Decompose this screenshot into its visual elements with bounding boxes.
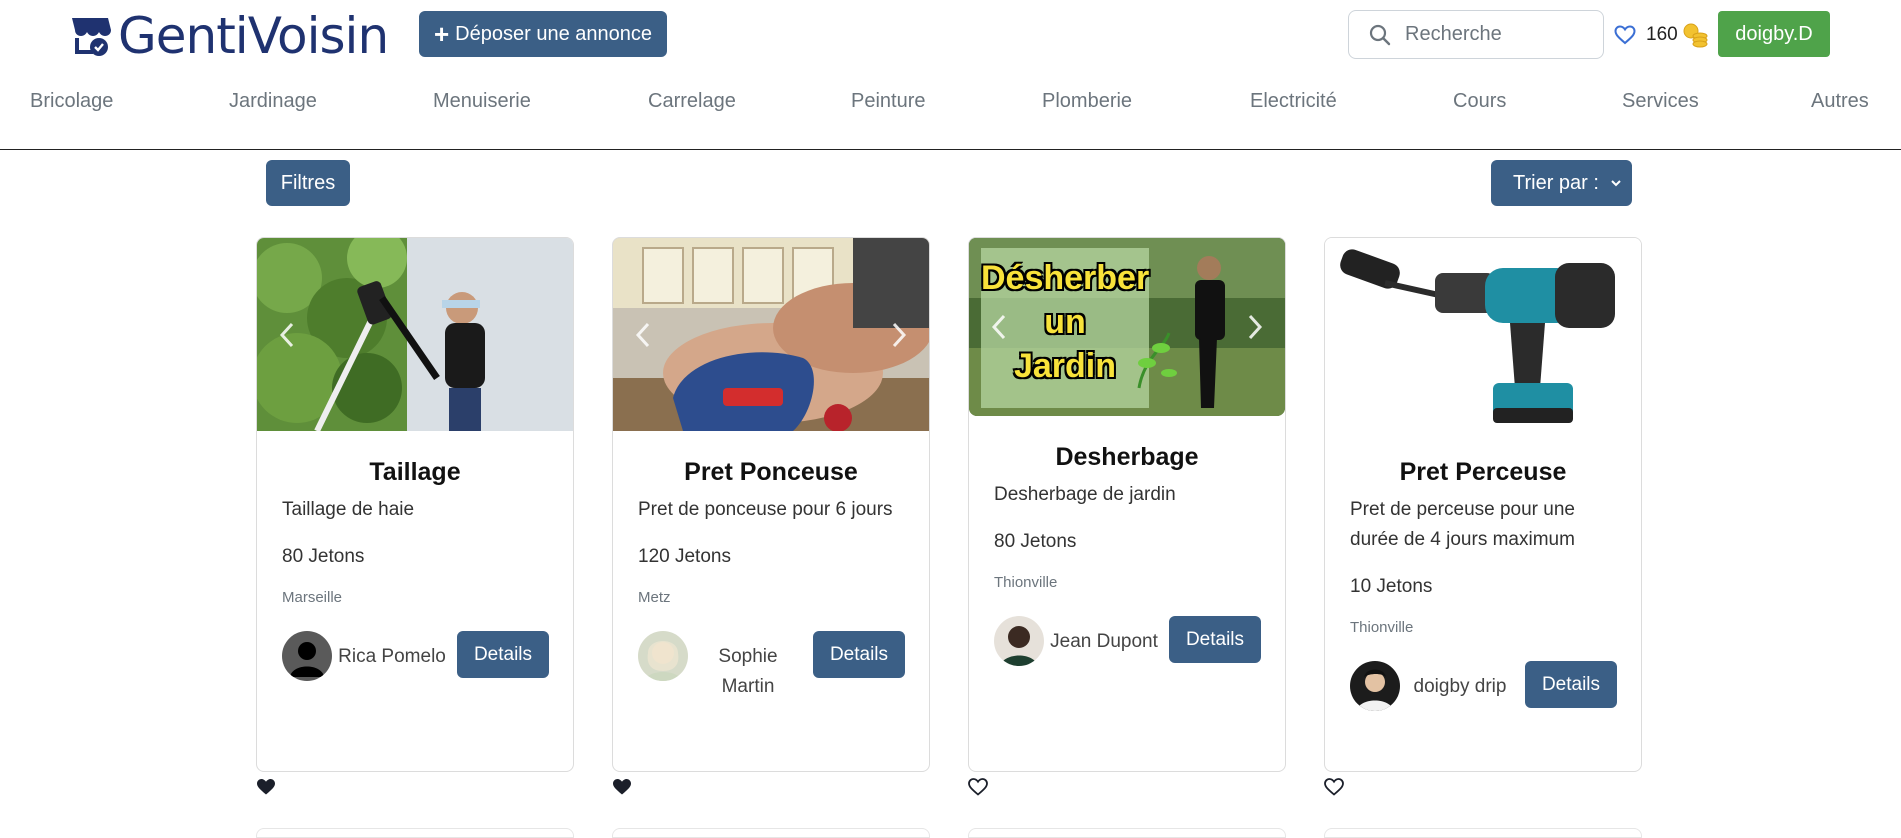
- search-input[interactable]: [1405, 23, 1585, 46]
- category-link-autres[interactable]: Autres: [1811, 90, 1869, 113]
- chevron-down-icon: [1611, 180, 1621, 187]
- details-button[interactable]: Details: [1525, 661, 1617, 708]
- category-link-bricolage[interactable]: Bricolage: [30, 90, 113, 113]
- heart-outline-icon[interactable]: [1324, 778, 1344, 796]
- user-photo-avatar: [994, 616, 1044, 666]
- category-link-plomberie[interactable]: Plomberie: [1042, 90, 1132, 113]
- sander-photo: [613, 238, 929, 431]
- makita-drill-photo: [1325, 238, 1641, 431]
- listing-card[interactable]: Taillage Taillage de haie 80 Jetons Mars…: [256, 237, 574, 772]
- carousel-next-icon[interactable]: [891, 322, 907, 348]
- listing-price: 120 Jetons: [638, 546, 731, 567]
- listing-image[interactable]: [1325, 238, 1641, 431]
- owner-name: Jean Dupont: [1050, 631, 1158, 652]
- carousel-prev-icon[interactable]: [635, 322, 651, 348]
- caption-line: Jardin: [1013, 347, 1117, 385]
- sort-label: Trier par :: [1513, 171, 1599, 194]
- heart-outline-icon: [1614, 25, 1636, 45]
- listing-card-partial: [1324, 828, 1642, 838]
- listing-card[interactable]: Désherber un Jardin Desherbage Desherbag…: [968, 237, 1286, 772]
- post-listing-label: Déposer une annonce: [455, 22, 652, 45]
- category-link-carrelage[interactable]: Carrelage: [648, 90, 736, 113]
- heart-filled-icon[interactable]: [612, 778, 632, 796]
- logo[interactable]: GentiVoisin: [68, 7, 389, 65]
- owner-name: Rica Pomelo: [338, 646, 446, 667]
- owner-name: Sophie Martin: [718, 646, 778, 697]
- search-box[interactable]: [1348, 10, 1604, 59]
- listing-card-partial: [968, 828, 1286, 838]
- caption-line: Désherber: [981, 259, 1150, 297]
- listing-price: 10 Jetons: [1350, 576, 1433, 597]
- listing-title: Pret Perceuse: [1399, 458, 1567, 486]
- listing-image-carousel[interactable]: Désherber un Jardin: [969, 238, 1285, 416]
- carousel-next-icon[interactable]: [1247, 314, 1263, 340]
- listing-card[interactable]: Pret Ponceuse Pret de ponceuse pour 6 jo…: [612, 237, 930, 772]
- listing-price: 80 Jetons: [994, 531, 1077, 552]
- listing-price: 80 Jetons: [282, 546, 365, 567]
- user-photo-avatar: [638, 631, 688, 681]
- plus-icon: +: [433, 19, 450, 49]
- listing-image-carousel[interactable]: [257, 238, 573, 431]
- heart-outline-icon[interactable]: [968, 778, 988, 796]
- category-link-peinture[interactable]: Peinture: [851, 90, 926, 113]
- logo-text: GentiVoisin: [118, 7, 389, 65]
- avatar[interactable]: [1350, 661, 1400, 711]
- listing-description: Pret de ponceuse pour 6 jours: [638, 499, 893, 520]
- user-account-button[interactable]: doigby.D: [1718, 11, 1830, 57]
- listing-description: Taillage de haie: [282, 499, 415, 520]
- listing-description: Desherbage de jardin: [994, 484, 1176, 505]
- category-nav: Bricolage Jardinage Menuiserie Carrelage…: [0, 90, 1901, 120]
- listing-card-partial: [612, 828, 930, 838]
- listing-city: Thionville: [1350, 619, 1414, 636]
- hedge-trimming-photo: [257, 238, 573, 431]
- listing-city: Metz: [638, 589, 671, 606]
- shop-logo-icon: [72, 18, 111, 56]
- listing-card[interactable]: Pret Perceuse Pret de perceuse pour une …: [1324, 237, 1642, 772]
- category-link-menuiserie[interactable]: Menuiserie: [433, 90, 531, 113]
- user-photo-avatar: [1350, 661, 1400, 711]
- listing-description: Pret de perceuse pour une durée de 4 jou…: [1350, 499, 1575, 550]
- coins-icon: [1683, 23, 1708, 48]
- details-button[interactable]: Details: [457, 631, 549, 678]
- owner-name: doigby drip: [1413, 676, 1507, 697]
- category-link-services[interactable]: Services: [1622, 90, 1699, 113]
- avatar[interactable]: [994, 616, 1044, 666]
- listing-title: Desherbage: [1055, 443, 1199, 471]
- default-avatar-icon: [282, 631, 332, 681]
- favorites-link[interactable]: 160: [1614, 22, 1708, 48]
- details-button[interactable]: Details: [813, 631, 905, 678]
- carousel-prev-icon[interactable]: [991, 314, 1007, 340]
- post-listing-button[interactable]: + Déposer une annonce: [419, 11, 667, 57]
- listing-title: Pret Ponceuse: [684, 458, 858, 486]
- sort-dropdown[interactable]: Trier par :: [1491, 160, 1632, 206]
- listing-image-carousel[interactable]: [613, 238, 929, 431]
- avatar[interactable]: [638, 631, 688, 681]
- category-link-jardinage[interactable]: Jardinage: [229, 90, 317, 113]
- category-link-electricite[interactable]: Electricité: [1250, 90, 1337, 113]
- avatar[interactable]: [282, 631, 332, 681]
- listing-title: Taillage: [369, 458, 461, 486]
- token-balance: 160: [1646, 24, 1678, 45]
- listing-card-partial: [256, 828, 574, 838]
- details-button[interactable]: Details: [1169, 616, 1261, 663]
- heart-filled-icon[interactable]: [256, 778, 276, 796]
- search-icon: [1369, 24, 1391, 45]
- category-link-cours[interactable]: Cours: [1453, 90, 1506, 113]
- carousel-prev-icon[interactable]: [279, 322, 295, 348]
- listing-city: Thionville: [994, 574, 1058, 591]
- site-header: GentiVoisin + Déposer une annonce 160 do…: [0, 0, 1901, 150]
- listing-city: Marseille: [282, 589, 343, 606]
- filters-button[interactable]: Filtres: [266, 160, 350, 206]
